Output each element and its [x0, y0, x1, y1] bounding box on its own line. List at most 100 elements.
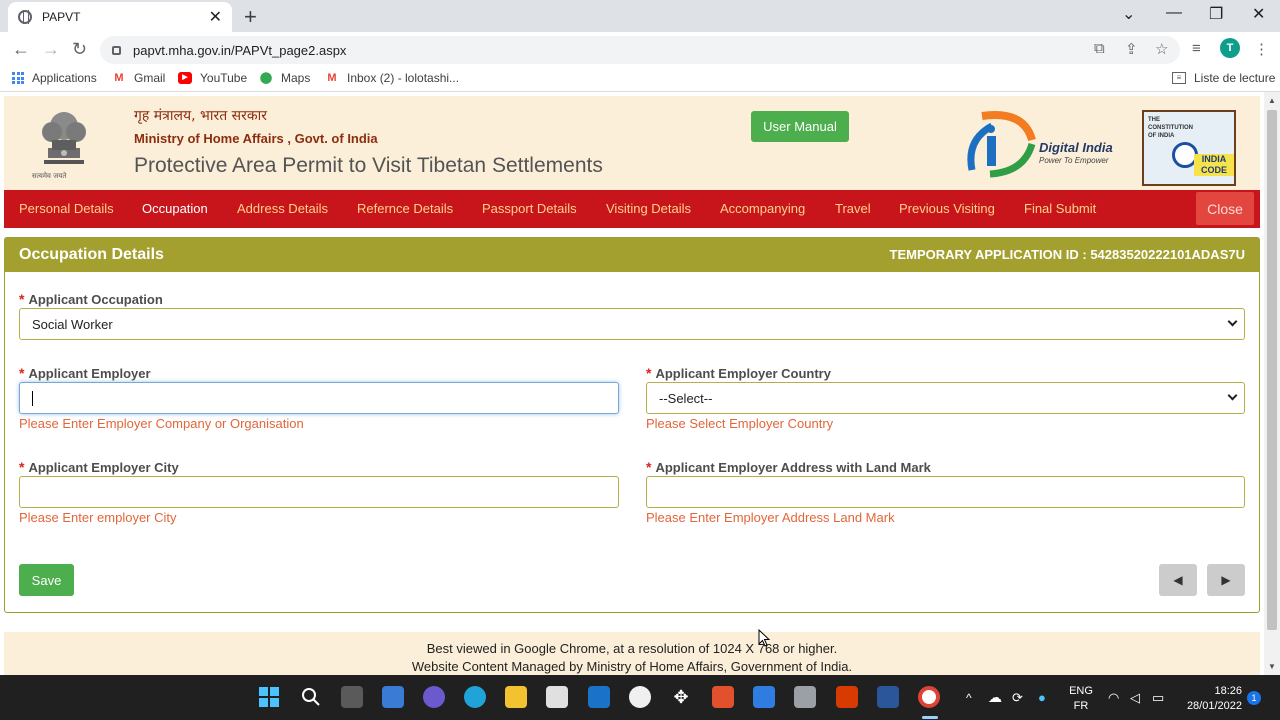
required-mark: *	[646, 459, 652, 475]
employer-address-input[interactable]	[646, 476, 1245, 508]
notification-badge[interactable]: 1	[1247, 691, 1261, 705]
sync-icon[interactable]: ⟳	[1012, 675, 1023, 720]
menu-dots-icon[interactable]: ⋮	[1254, 40, 1269, 58]
user-manual-button[interactable]: User Manual	[751, 111, 849, 142]
calendar-icon[interactable]	[753, 686, 775, 708]
country-value: --Select--	[659, 390, 713, 406]
powerpoint-icon[interactable]	[836, 686, 858, 708]
url-field[interactable]: papvt.mha.gov.in/PAPVt_page2.aspx	[100, 36, 1180, 64]
panel-title: Occupation Details	[19, 246, 164, 263]
dropbox-icon[interactable]: ✥	[670, 686, 692, 708]
youtube-icon: ▶	[178, 72, 192, 84]
app-circle-icon[interactable]	[629, 686, 651, 708]
forward-icon[interactable]: →	[42, 39, 60, 60]
windows-start-icon[interactable]	[258, 686, 280, 708]
globe-icon	[18, 10, 32, 24]
save-button[interactable]: Save	[19, 564, 74, 596]
main-nav: Personal Details Occupation Address Deta…	[4, 190, 1260, 228]
close-window-icon[interactable]: ✕	[1252, 4, 1265, 24]
close-tab-icon[interactable]: ✕	[209, 7, 222, 27]
page-scrollbar[interactable]: ▲ ▼	[1264, 92, 1280, 675]
apps-grid-icon	[12, 72, 24, 84]
site-title: Protective Area Permit to Visit Tibetan …	[134, 154, 603, 177]
panel-header: Occupation Details TEMPORARY APPLICATION…	[5, 238, 1259, 272]
language-primary: ENG	[1069, 685, 1093, 697]
wifi-icon[interactable]: ◠	[1108, 675, 1119, 720]
employer-country-select[interactable]: --Select--	[646, 382, 1245, 414]
snipping-tool-icon[interactable]	[877, 686, 899, 708]
bookmark-applications[interactable]: Applications	[12, 71, 97, 85]
camera-icon[interactable]	[794, 686, 816, 708]
nav-final-submit[interactable]: Final Submit	[1024, 201, 1096, 216]
battery-icon[interactable]: ▭	[1152, 675, 1164, 720]
mail-icon[interactable]	[588, 686, 610, 708]
file-explorer-icon[interactable]	[505, 686, 527, 708]
reload-icon[interactable]: ↻	[72, 39, 87, 60]
bookmark-inbox[interactable]: M Inbox (2) - lolotashi...	[325, 71, 459, 85]
show-hidden-icons-icon[interactable]: ^	[966, 675, 972, 720]
hindi-ministry-title: गृह मंत्रालय, भारत सरकार	[134, 108, 267, 124]
occupation-value: Social Worker	[32, 316, 113, 332]
language-indicator[interactable]: ENG FR	[1066, 684, 1096, 714]
chrome-icon[interactable]	[918, 686, 940, 708]
occupation-select[interactable]: Social Worker	[19, 308, 1245, 340]
reading-list-button[interactable]: ≡ Liste de lecture	[1172, 71, 1275, 85]
bookmark-star-icon[interactable]: ☆	[1155, 40, 1168, 58]
nav-accompanying[interactable]: Accompanying	[720, 201, 805, 216]
employer-address-label: * Applicant Employer Address with Land Ma…	[646, 459, 931, 475]
onedrive-cloud-icon[interactable]: ☁	[988, 675, 1002, 720]
close-button[interactable]: Close	[1196, 192, 1254, 225]
india-code-subtitle: THE CONSTITUTION OF INDIA	[1148, 117, 1193, 139]
site-header: सत्यमेव जयते गृह मंत्रालय, भारत सरकार Mi…	[4, 96, 1260, 190]
next-page-button[interactable]: ▶	[1207, 564, 1245, 596]
bookmark-label: Inbox (2) - lolotashi...	[347, 71, 460, 85]
employer-input[interactable]	[19, 382, 619, 414]
scroll-down-icon[interactable]: ▼	[1268, 662, 1276, 671]
translate-icon[interactable]: ⧉	[1094, 40, 1105, 57]
clock-time: 18:26	[1214, 685, 1242, 697]
chevron-down-icon	[1227, 316, 1238, 327]
required-mark: *	[19, 365, 25, 381]
search-icon[interactable]	[300, 686, 322, 708]
nav-personal-details[interactable]: Personal Details	[19, 201, 114, 216]
nav-visiting-details[interactable]: Visiting Details	[606, 201, 691, 216]
reading-list-icon[interactable]: ≡	[1192, 40, 1201, 57]
scroll-up-icon[interactable]: ▲	[1268, 96, 1276, 105]
office-icon[interactable]	[712, 686, 734, 708]
share-icon[interactable]: ⇪	[1125, 40, 1138, 58]
minimize-icon[interactable]: —	[1166, 4, 1182, 22]
nav-passport-details[interactable]: Passport Details	[482, 201, 577, 216]
microsoft-store-icon[interactable]	[546, 686, 568, 708]
volume-icon[interactable]: ◁	[1130, 675, 1140, 720]
profile-avatar[interactable]: T	[1220, 38, 1240, 58]
employer-city-input[interactable]	[19, 476, 619, 508]
new-tab-icon[interactable]: +	[244, 4, 257, 30]
nav-travel[interactable]: Travel	[835, 201, 871, 216]
reading-list-icon: ≡	[1172, 72, 1186, 84]
city-error: Please Enter employer City	[19, 510, 177, 525]
maximize-icon[interactable]: ❐	[1209, 4, 1223, 24]
task-view-icon[interactable]	[341, 686, 363, 708]
microphone-icon[interactable]: ●	[1038, 675, 1046, 720]
teams-chat-icon[interactable]	[423, 686, 445, 708]
browser-tab[interactable]: PAPVT ✕	[8, 2, 232, 32]
previous-page-button[interactable]: ◀	[1159, 564, 1197, 596]
tab-search-icon[interactable]: ⌄	[1122, 4, 1135, 24]
nav-occupation[interactable]: Occupation	[142, 201, 208, 216]
language-secondary: FR	[1073, 700, 1089, 712]
maps-pin-icon: ⬤	[259, 72, 273, 84]
bookmark-youtube[interactable]: ▶ YouTube	[178, 71, 247, 85]
back-icon[interactable]: ←	[12, 39, 30, 60]
nav-address-details[interactable]: Address Details	[237, 201, 328, 216]
bookmark-gmail[interactable]: M Gmail	[112, 71, 165, 85]
bookmark-maps[interactable]: ⬤ Maps	[259, 71, 311, 85]
employer-city-label: * Applicant Employer City	[19, 459, 179, 475]
system-clock[interactable]: 18:26 28/01/2022	[1180, 684, 1242, 714]
nav-previous-visiting[interactable]: Previous Visiting	[899, 201, 995, 216]
digital-india-tagline: Power To Empower	[1039, 156, 1109, 165]
nav-reference-details[interactable]: Refernce Details	[357, 201, 453, 216]
edge-browser-icon[interactable]	[464, 686, 486, 708]
widgets-icon[interactable]	[382, 686, 404, 708]
scroll-thumb[interactable]	[1267, 110, 1277, 630]
lock-icon	[112, 45, 121, 55]
